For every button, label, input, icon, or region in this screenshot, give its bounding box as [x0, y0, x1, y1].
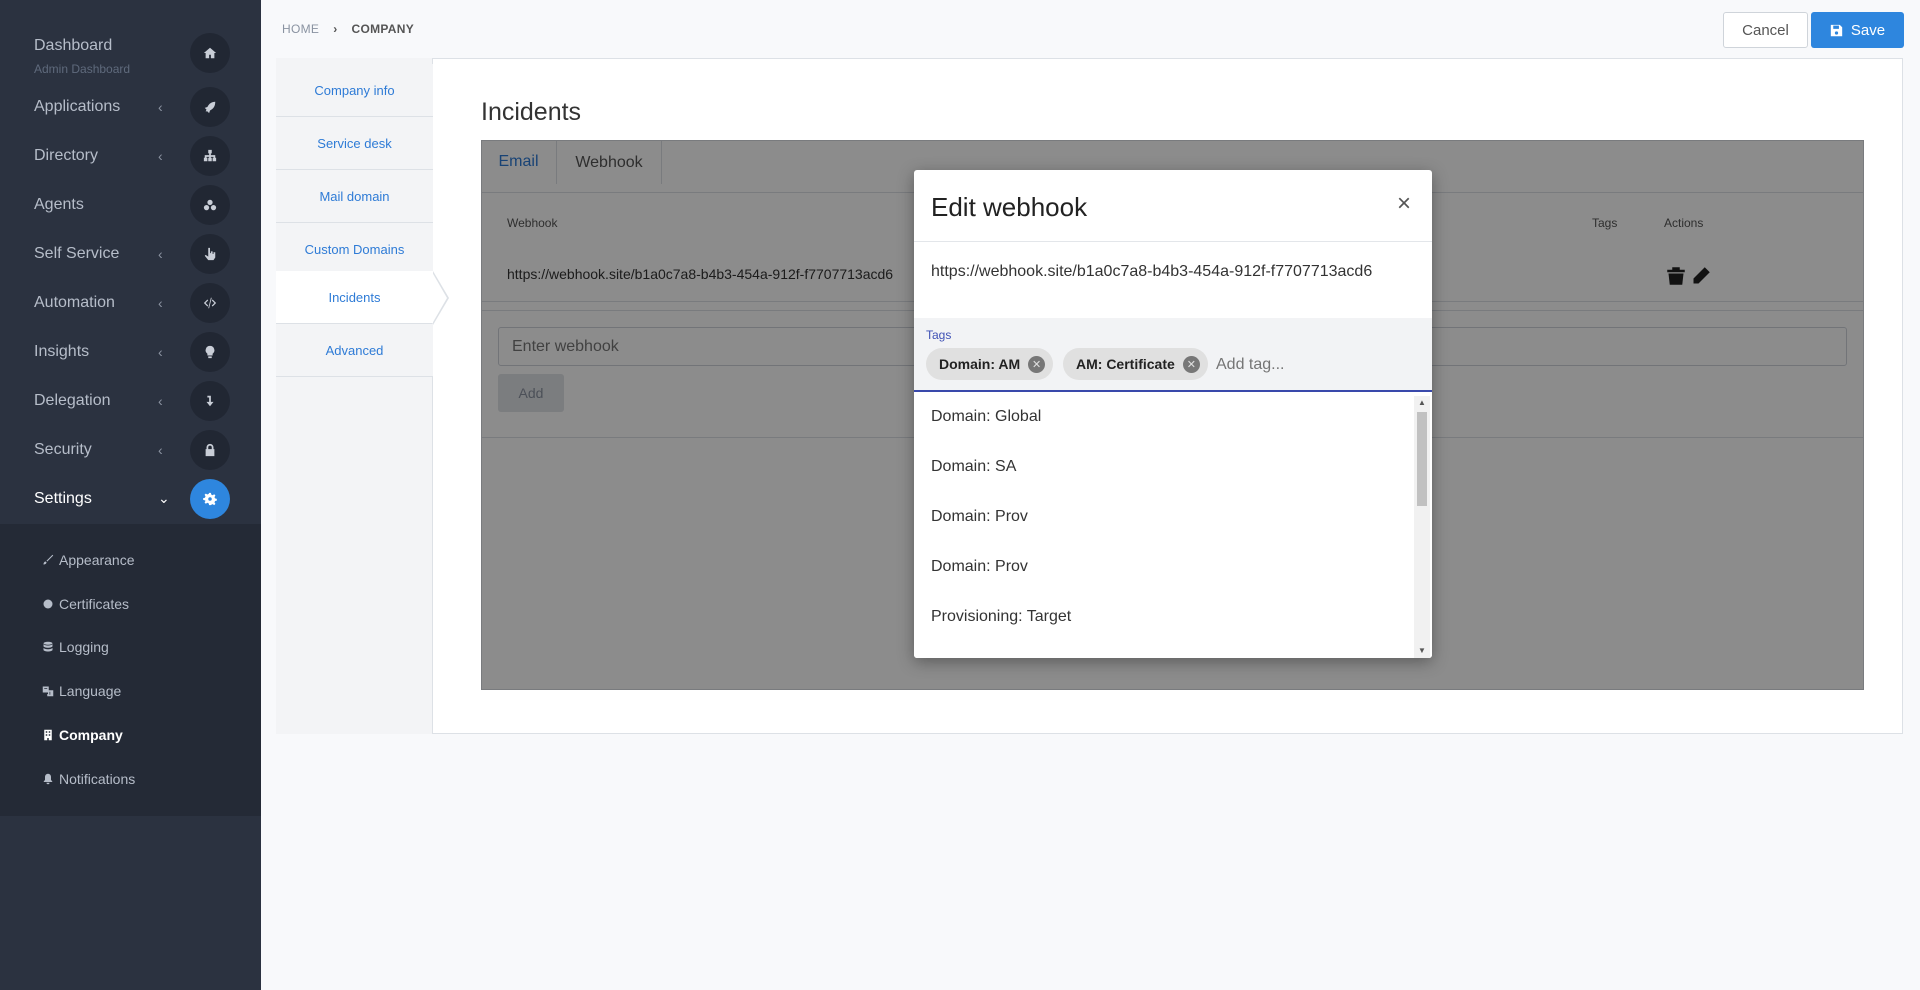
sidebar-item-label: Security [34, 440, 92, 458]
save-button[interactable]: Save [1811, 12, 1904, 48]
active-tab-arrow-fill [432, 272, 447, 324]
tab-service-desk[interactable]: Service desk [276, 117, 433, 170]
save-button-label: Save [1850, 21, 1886, 39]
lock-icon [190, 429, 230, 470]
tab-mail-domain[interactable]: Mail domain [276, 170, 433, 223]
sidebar-item-settings[interactable]: Settings ⌄ [0, 474, 261, 523]
sidebar-item-automation[interactable]: Automation ‹ [0, 278, 261, 327]
submenu-item-label: Appearance [59, 552, 135, 568]
tags-field[interactable]: Tags Domain: AM ✕ AM: Certificate ✕ [914, 318, 1432, 392]
divider [914, 241, 1432, 242]
paintbrush-icon [43, 554, 54, 565]
sidebar-item-self-service[interactable]: Self Service ‹ [0, 229, 261, 278]
floppy-disk-icon [1830, 24, 1843, 36]
tab-advanced[interactable]: Advanced [276, 324, 433, 377]
remove-tag-icon[interactable]: ✕ [1028, 355, 1046, 373]
sidebar-item-insights[interactable]: Insights ‹ [0, 327, 261, 376]
company-tabs: Company info Service desk Mail domain Cu… [276, 58, 433, 734]
submenu-item-appearance[interactable]: Appearance [42, 552, 135, 568]
rocket-icon [190, 86, 230, 127]
code-icon [190, 282, 230, 323]
settings-submenu: Appearance Certificates Logging Language… [0, 524, 261, 816]
chevron-left-icon: ‹ [158, 294, 163, 311]
sidebar-item-label: Delegation [34, 391, 111, 409]
cancel-button[interactable]: Cancel [1723, 12, 1808, 48]
scrollbar-thumb[interactable] [1417, 412, 1427, 506]
edit-webhook-modal: Edit webhook × https://webhook.site/b1a0… [914, 170, 1432, 658]
tag-chip: AM: Certificate ✕ [1063, 348, 1208, 380]
remove-tag-icon[interactable]: ✕ [1182, 355, 1200, 373]
lightbulb-icon [190, 331, 230, 372]
sidebar-item-agents[interactable]: Agents [0, 180, 261, 229]
chevron-left-icon: ‹ [158, 441, 163, 458]
submenu-item-certificates[interactable]: Certificates [42, 596, 129, 612]
tab-incidents[interactable]: Incidents [276, 271, 433, 324]
language-icon [42, 686, 54, 697]
submenu-item-label: Logging [59, 639, 109, 655]
submenu-item-label: Certificates [59, 596, 130, 612]
database-icon [43, 641, 53, 652]
sidebar-item-sublabel: Admin Dashboard [34, 62, 131, 76]
tag-chip-label: AM: Certificate [1076, 356, 1175, 372]
submenu-item-notifications[interactable]: Notifications [42, 771, 135, 787]
sidebar-item-label: Directory [34, 146, 99, 164]
scroll-up-icon[interactable]: ▲ [1418, 398, 1426, 407]
chevron-right-icon: › [333, 22, 338, 36]
submenu-item-label: Company [59, 727, 123, 743]
tag-option[interactable]: Domain: Prov [931, 558, 1028, 576]
delegation-arrow-icon [190, 380, 230, 421]
submenu-item-logging[interactable]: Logging [42, 639, 109, 655]
breadcrumb-home[interactable]: HOME [282, 22, 319, 36]
chevron-left-icon: ‹ [158, 98, 163, 115]
breadcrumb-current: COMPANY [351, 22, 415, 36]
submenu-item-label: Notifications [59, 771, 136, 787]
tag-chip: Domain: AM ✕ [926, 348, 1054, 380]
sidebar-item-delegation[interactable]: Delegation ‹ [0, 376, 261, 425]
chevron-left-icon: ‹ [158, 343, 163, 360]
section-title: Incidents [481, 98, 582, 126]
hand-pointer-icon [190, 233, 230, 274]
chevron-down-icon: ⌄ [158, 490, 170, 506]
certificate-icon [43, 599, 53, 609]
sidebar: Dashboard Admin Dashboard Applications ‹… [0, 0, 261, 990]
scroll-down-icon[interactable]: ▼ [1418, 646, 1426, 655]
tag-option[interactable]: Domain: Global [931, 408, 1041, 426]
modal-webhook-url: https://webhook.site/b1a0c7a8-b4b3-454a-… [931, 263, 1373, 280]
home-icon [190, 33, 230, 73]
tab-custom-domains[interactable]: Custom Domains [276, 223, 433, 276]
sidebar-item-directory[interactable]: Directory ‹ [0, 131, 261, 180]
tag-options-list: Domain: Global Domain: SA Domain: Prov D… [914, 394, 1432, 658]
gear-icon [190, 478, 230, 519]
sidebar-item-label: Insights [34, 342, 90, 360]
add-tag-input[interactable] [1216, 356, 1416, 374]
sidebar-item-security[interactable]: Security ‹ [0, 425, 261, 474]
chevron-left-icon: ‹ [158, 392, 163, 409]
bell-icon [43, 773, 53, 785]
modal-title: Edit webhook [931, 192, 1088, 222]
breadcrumb: HOME › COMPANY [282, 22, 414, 36]
tags-label: Tags [926, 328, 952, 342]
submenu-item-language[interactable]: Language [42, 683, 121, 699]
sidebar-item-label: Settings [34, 489, 92, 507]
sidebar-item-dashboard[interactable]: Dashboard Admin Dashboard [0, 29, 261, 78]
tab-company-info[interactable]: Company info [276, 64, 433, 117]
tag-option[interactable]: Provisioning: Target [931, 608, 1071, 626]
sidebar-item-label: Dashboard [34, 37, 113, 54]
sidebar-item-label: Self Service [34, 244, 120, 262]
submenu-item-label: Language [59, 683, 122, 699]
close-icon[interactable]: × [1397, 190, 1411, 218]
sidebar-item-label: Applications [34, 97, 121, 115]
tag-chip-label: Domain: AM [939, 356, 1021, 372]
tag-option[interactable]: Domain: SA [931, 458, 1016, 476]
building-icon [44, 729, 52, 741]
sitemap-icon [190, 135, 230, 176]
tag-option[interactable]: Domain: Prov [931, 508, 1028, 526]
sidebar-item-label: Automation [34, 293, 115, 311]
chevron-left-icon: ‹ [158, 147, 163, 164]
submenu-item-company[interactable]: Company [42, 727, 123, 743]
agents-icon [190, 184, 230, 225]
sidebar-item-label: Agents [34, 195, 84, 213]
chevron-left-icon: ‹ [158, 245, 163, 262]
sidebar-item-applications[interactable]: Applications ‹ [0, 82, 261, 131]
